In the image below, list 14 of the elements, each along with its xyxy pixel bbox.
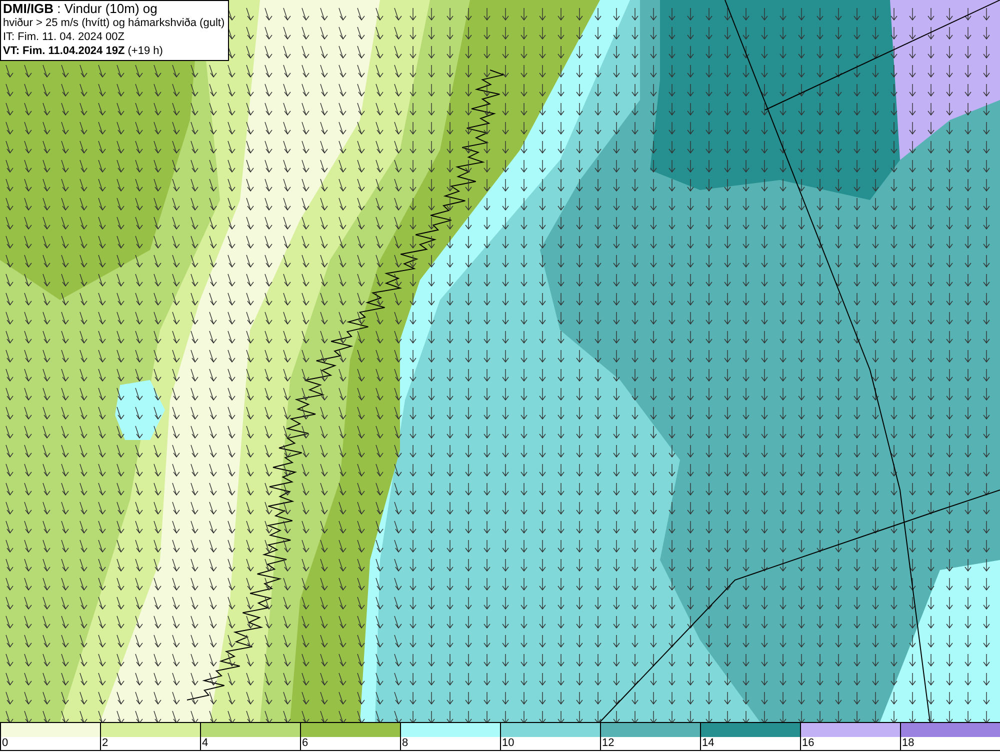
legend-label: 10 xyxy=(501,737,514,750)
legend-label: 0 xyxy=(1,737,8,750)
map-info-text: DMI/IGB : Vindur (10m) og xyxy=(3,2,158,16)
legend-label: 6 xyxy=(301,737,308,750)
map-info-text: hviður > 25 m/s (hvítt) og hámarkshviða (gult) xyxy=(3,16,225,30)
legend-label: 4 xyxy=(201,737,208,750)
legend-label: 8 xyxy=(401,737,408,750)
legend-label: 12 xyxy=(601,737,614,750)
legend-label: 16 xyxy=(801,737,814,750)
map-info-text: VT: Fim. 11.04.2024 19Z (+19 h) xyxy=(3,44,164,58)
map-info-text: IT: Fim. 11. 04. 2024 00Z xyxy=(3,30,126,44)
legend-label: 18 xyxy=(901,737,914,750)
legend-label: 2 xyxy=(101,737,108,750)
legend-label: 14 xyxy=(701,737,714,750)
